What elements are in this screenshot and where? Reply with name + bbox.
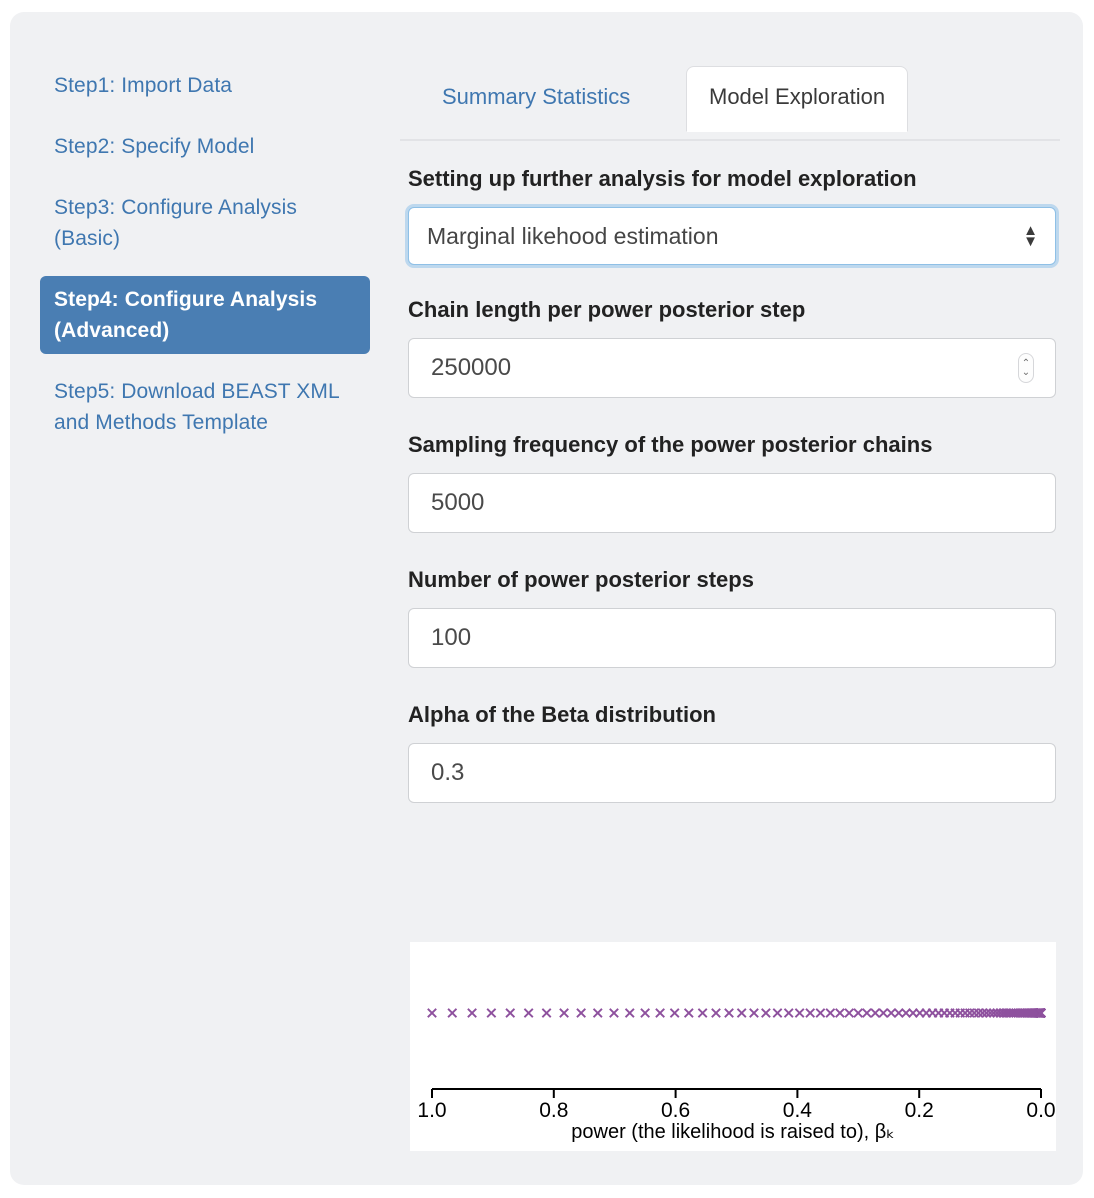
x-axis-tick-label: 0.8 (539, 1099, 568, 1122)
model-exploration-form: Setting up further analysis for model ex… (408, 160, 1056, 831)
plot-marker-x (749, 1008, 759, 1018)
section-heading: Setting up further analysis for model ex… (408, 166, 917, 191)
plot-marker-x (624, 1008, 635, 1018)
x-axis-tick-label: 0.6 (661, 1099, 690, 1122)
plot-marker-x (893, 1008, 904, 1018)
tab-summary-statistics[interactable]: Summary Statistics (420, 67, 652, 129)
plot-marker-x (783, 1008, 794, 1018)
alpha-beta-input[interactable]: 0.3 (408, 743, 1056, 803)
plot-x-axis-label: power (the likelihood is raised to), βₖ (571, 1121, 895, 1143)
analysis-type-select-value: Marginal likehood estimation (427, 222, 719, 249)
plot-marker-x (467, 1008, 477, 1018)
plot-marker-x (609, 1008, 619, 1018)
sampling-frequency-wrap: 5000 (408, 473, 1056, 533)
plot-marker-x (835, 1008, 845, 1018)
sampling-frequency-input[interactable]: 5000 (408, 473, 1056, 533)
alpha-beta-value: 0.3 (431, 759, 465, 786)
plot-marker-x (886, 1008, 897, 1018)
chain-length-stepper[interactable]: ⌃ ⌄ (1018, 353, 1034, 383)
app-panel: Step1: Import Data Step2: Specify Model … (10, 12, 1083, 1185)
sidebar-item-step3[interactable]: Step3: Configure Analysis (Basic) (40, 184, 370, 262)
plot-marker-x (523, 1008, 534, 1018)
chain-length-wrap: 250000 ⌃ ⌄ (408, 338, 1056, 398)
number-of-steps-value: 100 (431, 624, 472, 651)
plot-marker-x (505, 1008, 516, 1018)
sidebar-item-step1[interactable]: Step1: Import Data (40, 62, 370, 109)
label-number-of-steps: Number of power posterior steps (408, 567, 754, 592)
sidebar-item-step4[interactable]: Step4: Configure Analysis (Advanced) (40, 276, 370, 354)
label-chain-length: Chain length per power posterior step (408, 297, 806, 322)
label-alpha-beta: Alpha of the Beta distribution (408, 702, 716, 727)
plot-marker-x (576, 1008, 586, 1018)
stepper-down-icon: ⌄ (1021, 367, 1031, 378)
plot-marker-x (805, 1008, 816, 1018)
tab-model-exploration[interactable]: Model Exploration (686, 66, 909, 132)
plot-marker-x (853, 1008, 864, 1018)
sidebar-item-step2[interactable]: Step2: Specify Model (40, 123, 370, 170)
plot-marker-x (683, 1008, 694, 1018)
plot-marker-x (736, 1008, 747, 1018)
plot-marker-x (794, 1008, 805, 1018)
power-posterior-plot-svg: 1.0 0.8 0.6 0.4 0.2 0.0 power (the likelihood… (417, 1008, 1056, 1143)
plot-marker-x (655, 1008, 665, 1018)
plot-marker-x (964, 1008, 975, 1018)
plot-marker-x (669, 1008, 680, 1018)
plot-marker-x (447, 1008, 458, 1018)
x-axis-tick-label: 0.4 (783, 1099, 813, 1122)
plot-marker-x (862, 1008, 872, 1018)
x-axis-tick-label: 0.2 (905, 1099, 934, 1122)
analysis-type-select[interactable]: Marginal likehood estimation (408, 207, 1056, 265)
plot-marker-x (878, 1008, 889, 1018)
plot-marker-x (825, 1008, 836, 1018)
plot-marker-x (815, 1008, 826, 1018)
chain-length-value: 250000 (431, 354, 512, 381)
plot-marker-x (844, 1008, 855, 1018)
chain-length-input[interactable]: 250000 (408, 338, 1056, 398)
alpha-beta-wrap: 0.3 (408, 743, 1056, 803)
plot-x-axis: 1.0 0.8 0.6 0.4 0.2 0.0 (417, 1088, 1056, 1122)
plot-marker-x (761, 1008, 771, 1018)
step-sidebar: Step1: Import Data Step2: Specify Model … (40, 62, 370, 460)
plot-marker-x (724, 1008, 734, 1018)
plot-marker-x (697, 1008, 708, 1018)
plot-marker-x (870, 1008, 881, 1018)
number-of-steps-input[interactable]: 100 (408, 608, 1056, 668)
label-sampling-frequency: Sampling frequency of the power posterio… (408, 432, 933, 457)
tab-bar: Summary Statistics Model Exploration (400, 60, 1060, 141)
power-posterior-plot: 1.0 0.8 0.6 0.4 0.2 0.0 power (the likelihood… (410, 942, 1056, 1151)
x-axis-tick-label: 0.0 (1026, 1099, 1055, 1122)
sampling-frequency-value: 5000 (431, 489, 485, 516)
plot-marker-x (592, 1008, 603, 1018)
plot-marker-x (427, 1008, 437, 1018)
plot-marker-group (427, 1008, 1046, 1018)
number-of-steps-wrap: 100 (408, 608, 1056, 668)
plot-marker-x (486, 1008, 497, 1018)
plot-marker-x (711, 1008, 721, 1018)
x-axis-tick-label: 1.0 (417, 1099, 446, 1122)
sidebar-item-step5[interactable]: Step5: Download BEAST XML and Methods Te… (40, 368, 370, 446)
plot-marker-x (559, 1008, 569, 1018)
plot-marker-x (541, 1008, 552, 1018)
plot-marker-x (772, 1008, 783, 1018)
plot-marker-x (640, 1008, 650, 1018)
analysis-type-select-wrap: Marginal likehood estimation ▲ ▼ (408, 207, 1056, 265)
